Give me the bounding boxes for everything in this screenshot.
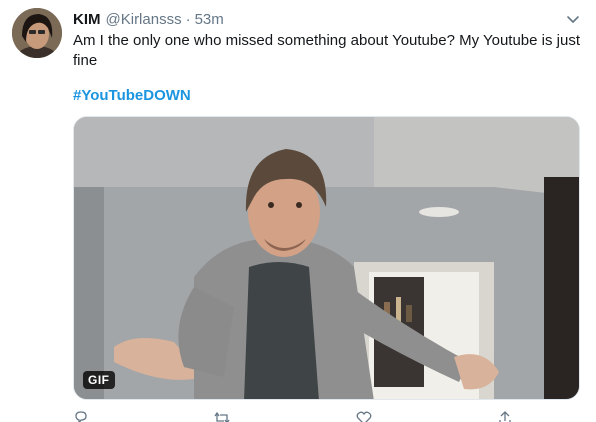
like-icon <box>356 411 372 422</box>
share-icon <box>499 411 511 422</box>
tweet-header: KIM @Kirlansss · 53m <box>73 9 224 29</box>
more-options-button[interactable] <box>564 10 582 28</box>
chevron-down-icon <box>567 16 579 23</box>
tweet-text: Am I the only one who missed something a… <box>73 32 580 69</box>
reply-button[interactable] <box>73 410 89 422</box>
timestamp[interactable]: 53m <box>195 11 224 28</box>
author-handle[interactable]: @Kirlansss <box>106 11 182 28</box>
gif-media[interactable] <box>73 116 580 400</box>
reply-icon <box>75 411 87 422</box>
share-button[interactable] <box>497 410 513 422</box>
separator: · <box>185 10 191 28</box>
hashtag-link[interactable]: #YouTubeDOWN <box>73 86 191 106</box>
gif-frame <box>74 117 579 399</box>
tweet-card[interactable]: KIM @Kirlansss · 53m Am I the only one w… <box>0 0 596 422</box>
avatar[interactable] <box>12 8 62 58</box>
retweet-button[interactable] <box>214 410 230 422</box>
like-button[interactable] <box>356 410 372 422</box>
gif-badge: GIF <box>83 371 115 389</box>
retweet-icon <box>214 411 230 422</box>
avatar-image <box>12 8 62 58</box>
author-name[interactable]: KIM <box>73 11 101 28</box>
tweet-actions <box>73 410 513 422</box>
